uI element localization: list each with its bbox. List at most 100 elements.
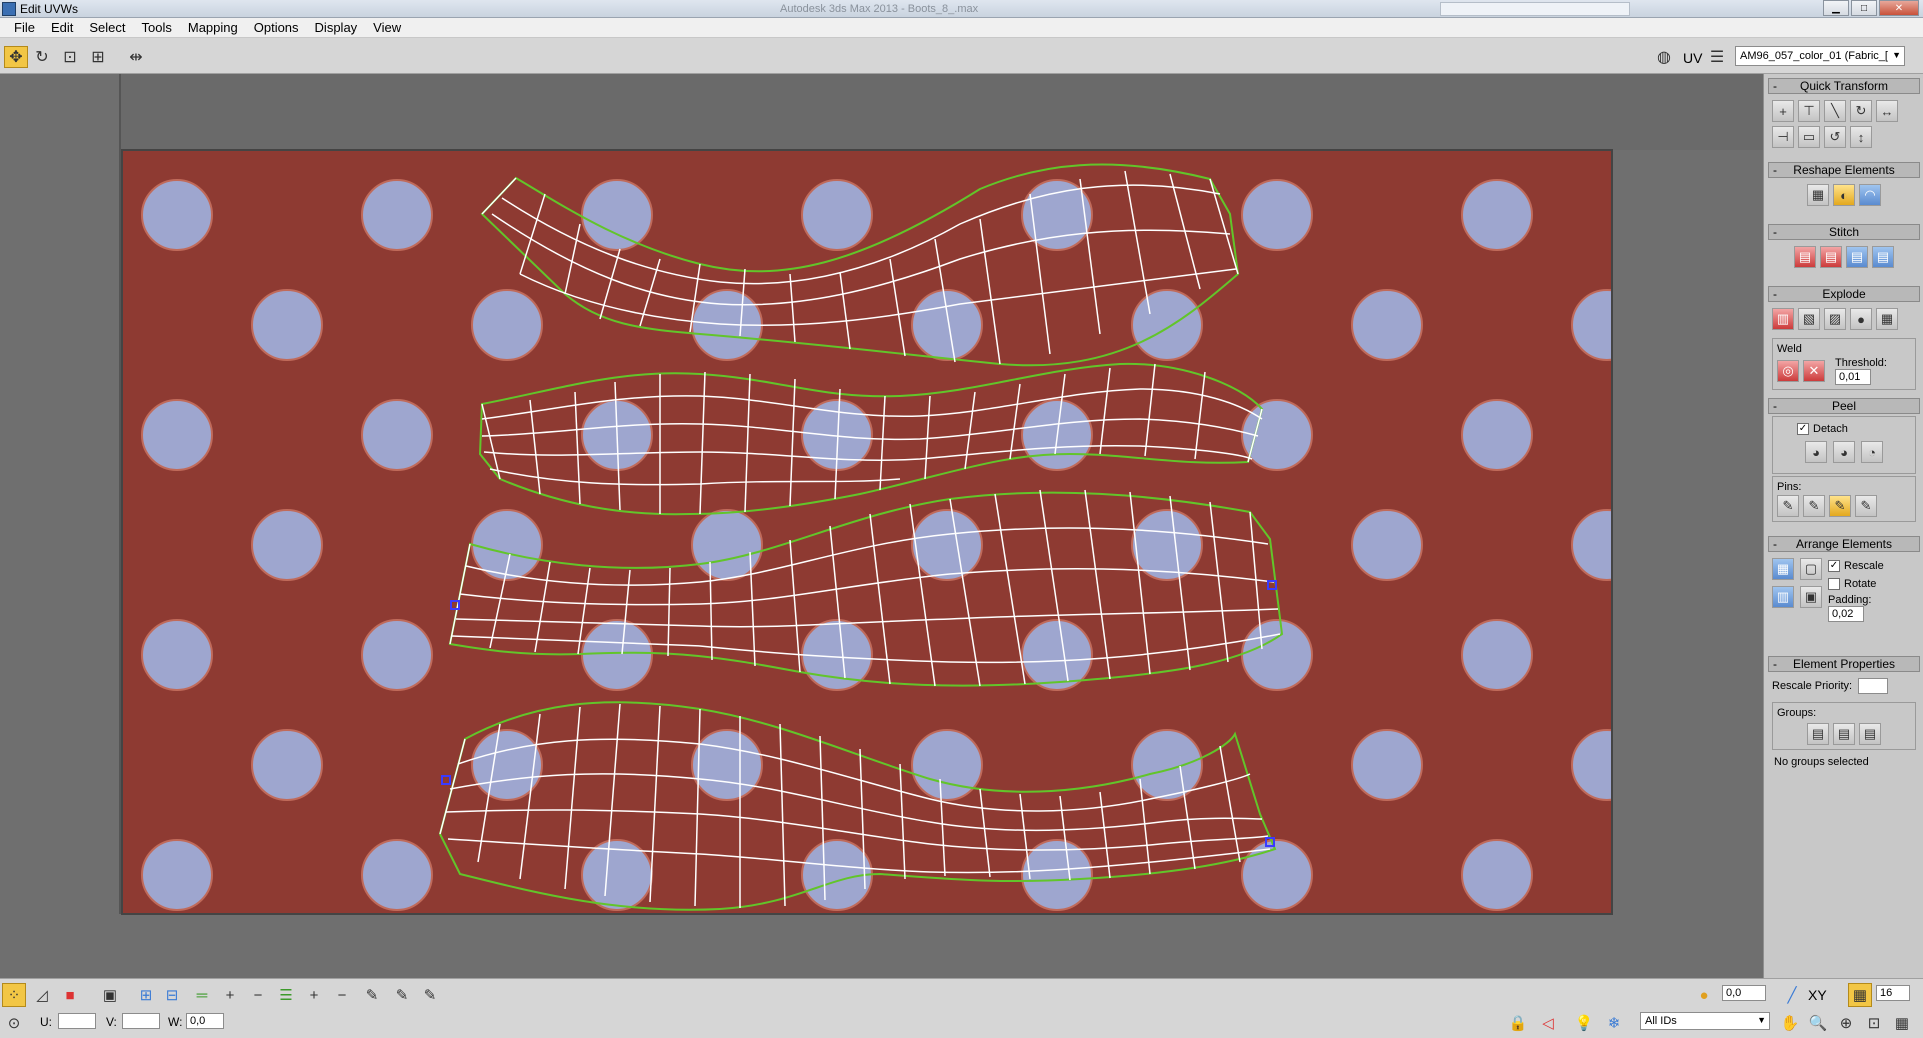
falloff-icon[interactable]: ╱ [1780,983,1804,1007]
scale-icon[interactable]: ⊡ [58,46,82,68]
pivot-icon[interactable]: + [1772,100,1794,122]
grid-toggle-icon[interactable]: ▦ [1890,1011,1914,1035]
detach-checkbox[interactable]: ✓ [1797,422,1809,435]
ring-grow-icon[interactable]: ☰ [274,983,298,1007]
menu-display[interactable]: Display [307,20,366,35]
close-button[interactable]: ✕ [1879,0,1919,16]
weld-selected-icon[interactable]: ✕ [1803,360,1825,382]
pack-rescale-icon[interactable]: ▣ [1800,586,1822,608]
peel-reset-icon[interactable]: ◕ [1833,441,1855,463]
ring-minus-icon[interactable]: − [330,983,354,1007]
pin-select-icon[interactable]: ✎ [1855,495,1877,517]
group-remove-icon[interactable]: ▤ [1833,723,1855,745]
arrange-header[interactable]: - Arrange Elements [1768,536,1920,552]
element-mode-icon[interactable]: ▣ [98,983,122,1007]
peel-mode-icon[interactable]: ◕ [1805,441,1827,463]
pin-auto-icon[interactable]: ✎ [1829,495,1851,517]
v-input[interactable] [122,1013,160,1029]
group-select-icon[interactable]: ▤ [1859,723,1881,745]
pin-add-icon[interactable]: ✎ [1777,495,1799,517]
w-input[interactable]: 0,0 [186,1013,224,1029]
menu-edit[interactable]: Edit [43,20,81,35]
menu-file[interactable]: File [6,20,43,35]
list-icon[interactable]: ☰ [1705,46,1729,68]
align-vertical-icon[interactable]: ⊣ [1772,126,1794,148]
zoom-icon[interactable]: 🔍 [1806,1011,1830,1035]
threshold-spinner[interactable]: 0,01 [1835,369,1871,385]
zoom-region-icon[interactable]: ⊕ [1834,1011,1858,1035]
menu-mapping[interactable]: Mapping [180,20,246,35]
grid-value[interactable]: 16 [1876,985,1910,1001]
target-weld-icon[interactable]: ◎ [1777,360,1799,382]
rotate-icon[interactable]: ↻ [30,46,54,68]
relax-icon[interactable]: ◐ [1833,184,1855,206]
align-diagonal-icon[interactable]: ╲ [1824,100,1846,122]
uv-canvas[interactable] [0,74,1763,978]
ring-plus-icon[interactable]: + [302,983,326,1007]
straighten-icon[interactable]: ▭ [1798,126,1820,148]
maximize-button[interactable]: □ [1851,0,1877,16]
menu-options[interactable]: Options [246,20,307,35]
pack-together-icon[interactable]: ▥ [1772,586,1794,608]
pin-remove-icon[interactable]: ✎ [1803,495,1825,517]
padding-spinner[interactable]: 0,02 [1828,606,1864,622]
uv-viewport[interactable] [0,74,1763,978]
menu-select[interactable]: Select [81,20,133,35]
face-mode-icon[interactable]: ■ [58,983,82,1007]
pack-custom-icon[interactable]: ▢ [1800,558,1822,580]
peel-header[interactable]: - Peel [1768,398,1920,414]
reshape-header[interactable]: - Reshape Elements [1768,162,1920,178]
checker-icon[interactable]: ◍ [1652,46,1676,68]
flatten-icon[interactable]: ▨ [1824,308,1846,330]
vertex-mode-icon[interactable]: ⁘ [2,983,26,1007]
align-horizontal-icon[interactable]: ⊤ [1798,100,1820,122]
stitch-source-icon[interactable]: ▤ [1794,246,1816,268]
rotate-90-icon[interactable]: ↻ [1850,100,1872,122]
soft-select-icon[interactable]: ● [1692,983,1716,1007]
plus-icon[interactable]: + [218,983,242,1007]
space-horizontal-icon[interactable]: ↔ [1876,100,1898,122]
pack-normalize-icon[interactable]: ▦ [1772,558,1794,580]
minimize-button[interactable]: ▁ [1823,0,1849,16]
menu-tools[interactable]: Tools [134,20,180,35]
ids-dropdown[interactable]: All IDs ▼ [1640,1012,1770,1030]
rescale-priority-spinner[interactable] [1858,678,1889,694]
edge-mode-icon[interactable]: ◿ [30,983,54,1007]
zoom-extents-icon[interactable]: ⊡ [1862,1011,1886,1035]
space-vertical-icon[interactable]: ↕ [1850,126,1872,148]
pan-icon[interactable]: ✋ [1778,1011,1802,1035]
grid-snap-icon[interactable]: ▦ [1848,983,1872,1007]
move-icon[interactable]: ✥ [4,46,28,68]
soft-select-value[interactable]: 0,0 [1722,985,1766,1001]
stitch-target-icon[interactable]: ▤ [1846,246,1868,268]
paint-grow-icon[interactable]: ✎ [390,983,414,1007]
texture-dropdown[interactable]: AM96_057_color_01 (Fabric_[ ▼ [1735,46,1905,66]
rotate-checkbox[interactable] [1828,577,1840,590]
bulb-icon[interactable]: 💡 [1572,1011,1596,1035]
relax-tool-icon[interactable]: ◠ [1859,184,1881,206]
stitch-custom-icon[interactable]: ▤ [1872,246,1894,268]
grid-icon[interactable]: ▦ [1876,308,1898,330]
sphere-icon[interactable]: ● [1850,308,1872,330]
mirror-icon[interactable]: ⇹ [124,46,148,68]
lock-icon[interactable]: 🔒 [1506,1011,1530,1035]
edge-loop-icon[interactable]: ═ [190,983,214,1007]
minus-icon[interactable]: − [246,983,270,1007]
stitch-average-icon[interactable]: ▤ [1820,246,1842,268]
paint-shrink-icon[interactable]: ✎ [418,983,442,1007]
straighten-selection-icon[interactable]: ▦ [1807,184,1829,206]
grow-icon[interactable]: ⊞ [134,983,158,1007]
break-icon[interactable]: ▥ [1772,308,1794,330]
freeform-icon[interactable]: ⊞ [86,46,110,68]
element-properties-header[interactable]: - Element Properties [1768,656,1920,672]
peel-lscm-icon[interactable]: ◔ [1861,441,1883,463]
hide-icon[interactable]: ◁ [1536,1011,1560,1035]
stitch-header[interactable]: - Stitch [1768,224,1920,240]
group-add-icon[interactable]: ▤ [1807,723,1829,745]
explode-header[interactable]: - Explode [1768,286,1920,302]
detach-edge-icon[interactable]: ▧ [1798,308,1820,330]
u-input[interactable] [58,1013,96,1029]
menu-view[interactable]: View [365,20,409,35]
paint-select-icon[interactable]: ✎ [360,983,384,1007]
rescale-checkbox[interactable]: ✓ [1828,559,1840,572]
